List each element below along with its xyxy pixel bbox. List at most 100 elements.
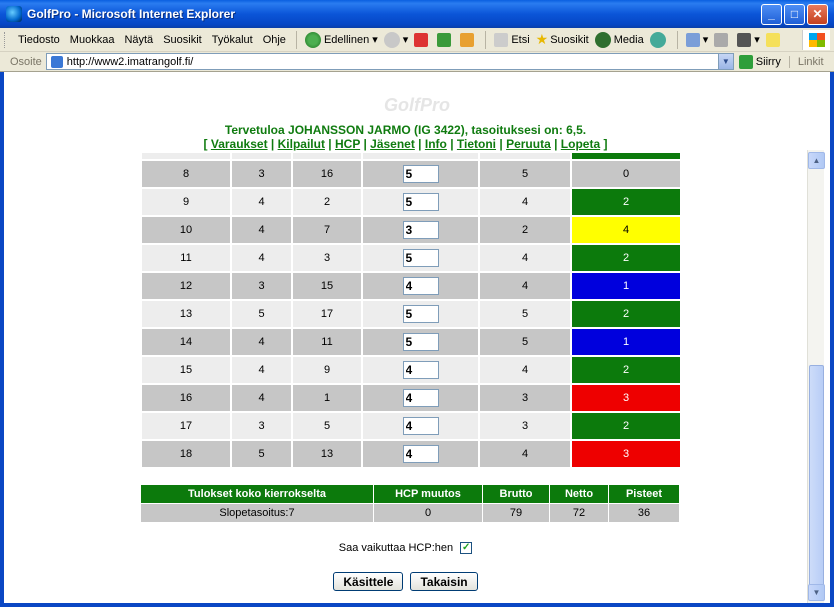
page-content: GolfPro Tervetuloa JOHANSSON JARMO (IG 3… [4,73,807,603]
mail-button[interactable]: ▾ [683,32,712,47]
score-input[interactable] [402,193,439,211]
table-row: 18513 43 [142,441,680,467]
summary-header: Netto [550,485,608,503]
favorites-button[interactable]: ★ Suosikit [533,31,592,48]
refresh-button[interactable] [434,32,457,47]
hole-points: 2 [572,357,680,383]
hole-par: 4 [232,385,291,411]
vertical-scrollbar[interactable]: ▲ ▼ [807,150,825,603]
table-row: 14411 51 [142,329,680,355]
hole-hcp: 17 [293,301,361,327]
back-button[interactable]: Edellinen ▾ [302,31,381,48]
close-button[interactable]: ✕ [807,3,828,25]
history-button[interactable] [647,31,672,48]
score-input[interactable] [402,165,439,183]
score-input[interactable] [402,361,439,379]
separator [485,30,487,49]
score-input[interactable] [402,445,439,463]
table-row: 154942 [142,357,680,383]
hole-hcp: 15 [293,273,361,299]
address-url[interactable]: http://www2.imatrangolf.fi/ [67,56,718,68]
separator [676,30,678,49]
scroll-up-icon[interactable]: ▲ [808,152,825,169]
search-button-label: Etsi [511,33,530,46]
frame-edge [0,603,834,607]
print-button[interactable] [711,32,734,47]
menu-help[interactable]: Ohje [258,34,291,46]
hole-number: 17 [142,413,230,439]
go-arrow-icon[interactable] [738,54,753,69]
forward-arrow-icon [383,31,400,48]
score-input[interactable] [402,333,439,351]
slope-handicap: Slopetasoitus:7 [141,504,373,522]
media-button-label: Media [613,33,644,46]
go-button[interactable]: Siirry [756,56,781,68]
summary-header: HCP muutos [374,485,482,503]
scroll-down-icon[interactable]: ▼ [808,584,825,601]
score-input[interactable] [402,249,439,267]
stop-icon [414,32,429,47]
hole-hcp: 9 [293,357,361,383]
nav-link-lopeta[interactable]: Lopeta [561,137,600,151]
score-input[interactable] [402,277,439,295]
score-cell [363,441,478,467]
stop-button[interactable] [411,32,434,47]
nav-link-kilpailut[interactable]: Kilpailut [278,137,325,151]
hole-number: 9 [142,189,230,215]
edit-button[interactable]: ▾ [734,32,763,47]
nav-link-peruuta[interactable]: Peruuta [506,137,551,151]
menu-edit[interactable]: Muokkaa [65,34,120,46]
hole-par: 5 [232,301,291,327]
word-icon [737,32,752,47]
home-button[interactable] [457,32,480,47]
hole-par: 4 [232,217,291,243]
forward-button[interactable]: ▾ [381,31,412,48]
address-input[interactable]: http://www2.imatrangolf.fi/ ▼ [45,53,734,70]
score-input[interactable] [402,389,439,407]
hole-strokes: 2 [480,217,570,243]
scroll-thumb[interactable] [809,365,824,587]
score-input[interactable] [402,305,439,323]
title-bar: GolfPro - Microsoft Internet Explorer _ … [0,0,834,28]
nav-link-info[interactable]: Info [425,137,447,151]
menu-view[interactable]: Näytä [119,34,158,46]
menu-tools[interactable]: Työkalut [207,34,258,46]
menu-favorites[interactable]: Suosikit [158,34,207,46]
hole-hcp: 16 [293,161,361,187]
minimize-button[interactable]: _ [761,3,782,25]
hole-par: 4 [232,357,291,383]
nav-link-varaukset[interactable]: Varaukset [211,137,268,151]
summary-header: Pisteet [609,485,679,503]
discuss-button[interactable] [763,32,786,47]
score-input[interactable] [402,417,439,435]
note-icon [765,32,780,47]
maximize-button[interactable]: □ [784,3,805,25]
toolbar-grip[interactable] [4,31,7,48]
hole-strokes: 5 [480,329,570,355]
process-button[interactable]: Käsittele [333,572,404,591]
summary-header: Brutto [483,485,549,503]
hole-par: 4 [232,245,291,271]
hole-strokes: 4 [480,273,570,299]
address-dropdown-icon[interactable]: ▼ [717,54,733,69]
media-button[interactable]: Media [592,31,647,48]
hcp-checkbox[interactable]: ✓ [460,542,473,555]
links-button[interactable]: Linkit [788,55,824,68]
hole-par: 4 [232,329,291,355]
main-nav: [ Varaukset | Kilpailut | HCP | Jäsenet … [203,137,608,151]
action-buttons: Käsittele Takaisin [4,572,807,591]
media-icon [594,31,611,48]
score-input[interactable] [402,221,439,239]
separator [295,30,297,49]
search-button[interactable]: Etsi [491,32,532,47]
address-label: Osoite [10,55,42,68]
back-button-label: Edellinen [323,33,370,46]
score-cell [363,357,478,383]
hole-hcp: 5 [293,413,361,439]
nav-link-jasenet[interactable]: Jäsenet [370,137,415,151]
menu-file[interactable]: Tiedosto [13,34,65,46]
back-page-button[interactable]: Takaisin [410,572,478,591]
nav-link-hcp[interactable]: HCP [335,137,360,151]
table-row: 173532 [142,413,680,439]
nav-link-tietoni[interactable]: Tietoni [457,137,496,151]
